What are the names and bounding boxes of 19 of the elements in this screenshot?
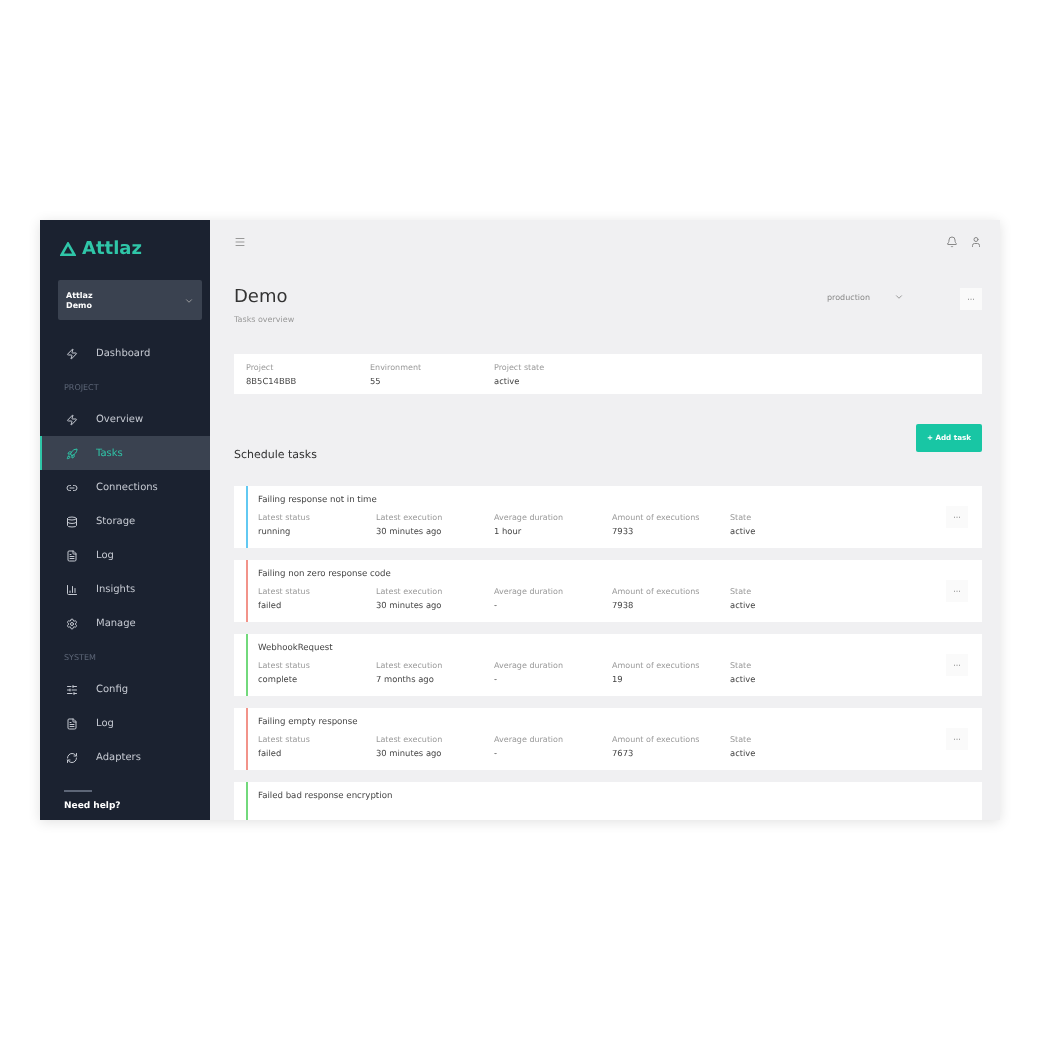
refresh-icon [66, 751, 78, 763]
user-icon[interactable] [970, 236, 982, 248]
bell-icon[interactable] [946, 236, 958, 248]
logo-text: Attlaz [82, 240, 142, 260]
bolt-icon [66, 413, 78, 425]
page-title: Demo [234, 288, 290, 308]
gear-icon [66, 617, 78, 629]
database-icon [66, 515, 78, 527]
logo-icon [60, 242, 76, 258]
document-icon [66, 549, 78, 561]
bar-chart-icon [66, 583, 78, 595]
sliders-icon [66, 683, 78, 695]
document-icon [66, 717, 78, 729]
rocket-icon [66, 447, 78, 459]
menu-icon[interactable] [234, 236, 246, 248]
chevron-icon [184, 295, 194, 305]
link-icon [66, 481, 78, 493]
chevron-icon [894, 292, 904, 302]
bolt-icon [66, 347, 78, 359]
